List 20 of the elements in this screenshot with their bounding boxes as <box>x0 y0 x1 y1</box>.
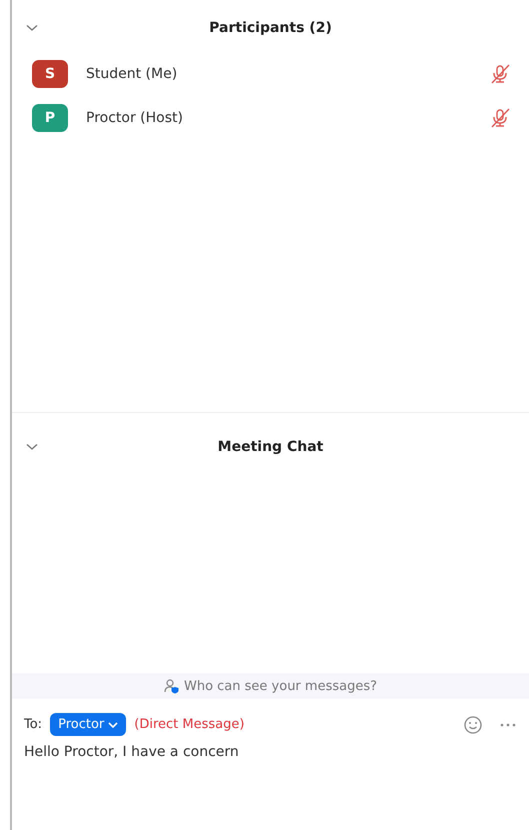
emoji-icon[interactable] <box>463 714 483 734</box>
chevron-icon[interactable] <box>26 24 38 32</box>
participant-name: Student (Me) <box>86 66 178 82</box>
panel-title: Participants (2) <box>208 20 333 36</box>
panel-title: Meeting Chat <box>216 439 324 455</box>
participant-name: Proctor (Host) <box>86 110 184 126</box>
recipient-dropdown[interactable]: Proctor <box>50 713 126 736</box>
person-shield-icon <box>164 678 180 694</box>
to-label: To: <box>24 717 42 732</box>
muted-microphone-icon[interactable] <box>489 107 511 129</box>
more-options-icon[interactable] <box>499 722 517 728</box>
notice-text: Who can see your messages? <box>184 678 378 694</box>
muted-microphone-icon[interactable] <box>489 63 511 85</box>
direct-message-note: (Direct Message) <box>134 717 246 732</box>
caret-icon <box>108 722 118 728</box>
privacy-notice-bar[interactable]: Who can see your messages? <box>12 673 529 699</box>
message-input-field[interactable]: Hello Proctor, I have a concern <box>12 736 529 768</box>
chevron-icon[interactable] <box>26 443 38 451</box>
avatar: P <box>32 104 68 132</box>
avatar: S <box>32 60 68 88</box>
